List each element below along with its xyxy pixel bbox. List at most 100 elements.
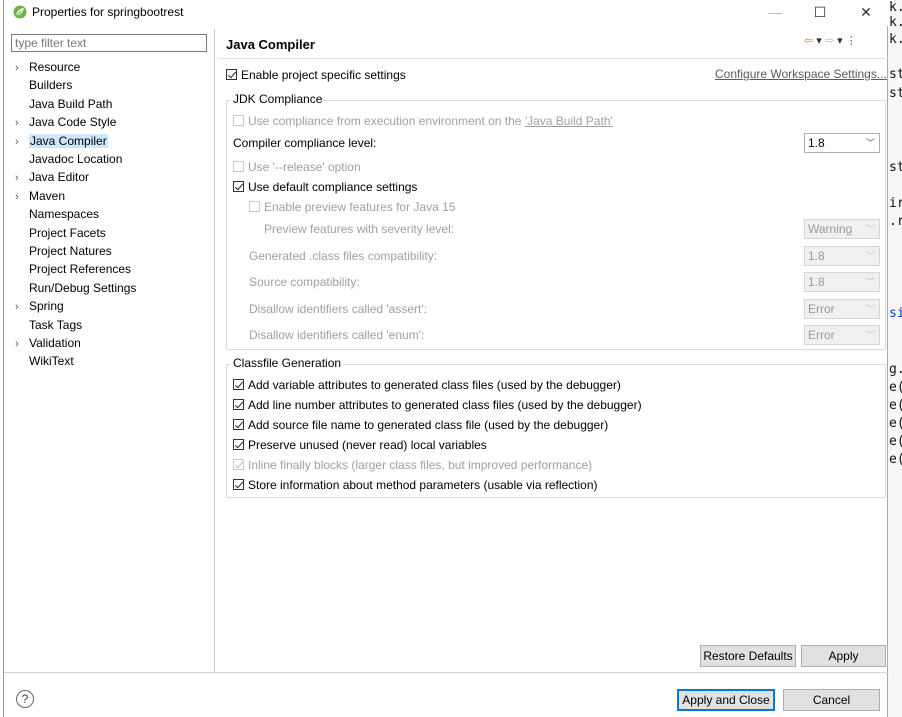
chevron-down-icon: ﹀ <box>865 330 875 340</box>
apply-and-close-button[interactable]: Apply and Close <box>677 689 775 711</box>
forward-arrow-icon[interactable]: ⇨ <box>825 35 834 47</box>
apply-button[interactable]: Apply <box>801 645 886 667</box>
chevron-right-icon[interactable]: › <box>15 59 29 77</box>
editor-line: e( <box>889 416 902 431</box>
variable-attributes-checkbox[interactable]: Add variable attributes to generated cla… <box>233 375 621 393</box>
tree-item[interactable]: › Java Code Style <box>15 113 116 131</box>
line-number-checkbox[interactable]: Add line number attributes to generated … <box>233 395 642 413</box>
chevron-right-icon[interactable]: › <box>15 114 29 132</box>
editor-line: ir <box>889 196 902 211</box>
preserve-unused-checkbox[interactable]: Preserve unused (never read) local varia… <box>233 435 487 453</box>
minimize-button[interactable]: — <box>752 0 798 26</box>
checkbox-box[interactable] <box>226 69 237 81</box>
source-compat-label: Source compatibility: <box>249 275 360 289</box>
source-file-name-checkbox[interactable]: Add source file name to generated class … <box>233 415 608 433</box>
editor-line: e( <box>889 398 902 413</box>
back-arrow-icon[interactable]: ⇦ <box>804 35 813 47</box>
editor-line: si <box>889 306 902 321</box>
tree-item[interactable]: › Java Compiler <box>15 132 108 150</box>
tree-item-label: Java Code Style <box>29 115 117 130</box>
checkbox-box[interactable] <box>233 399 244 411</box>
assert-label: Disallow identifiers called 'assert': <box>249 302 427 316</box>
tree-item[interactable]: › Java Editor <box>15 168 89 186</box>
preview-severity-label: Preview features with severity level: <box>264 222 455 236</box>
maximize-button[interactable]: ☐ <box>797 0 843 26</box>
tree-item-label: Java Editor <box>29 170 90 185</box>
tree-item[interactable]: WikiText <box>15 352 74 370</box>
chevron-right-icon[interactable]: › <box>15 169 29 187</box>
checkbox-box[interactable] <box>233 379 244 391</box>
checkbox-box <box>249 201 260 213</box>
tree-item[interactable]: Project Facets <box>15 224 106 242</box>
chevron-down-icon: ﹀ <box>865 138 875 148</box>
tree-item-label: Validation <box>29 336 81 350</box>
assert-select: Error ﹀ <box>804 299 880 319</box>
tree-item[interactable]: Namespaces <box>15 205 99 223</box>
editor-line: k. <box>889 32 902 47</box>
tree-item[interactable]: Builders <box>15 76 72 94</box>
editor-line: e( <box>889 380 902 395</box>
checkbox-box[interactable] <box>233 479 244 491</box>
chevron-right-icon[interactable]: › <box>15 188 29 206</box>
page-title: Java Compiler <box>226 37 315 52</box>
preview-severity-select: Warning ﹀ <box>804 219 880 239</box>
editor-line: k. <box>889 0 902 15</box>
properties-dialog: Properties for springbootrest — ☐ ✕ type… <box>3 0 889 717</box>
tree-item[interactable]: Java Build Path <box>15 95 112 113</box>
chevron-right-icon[interactable]: › <box>15 298 29 316</box>
tree-item[interactable]: Javadoc Location <box>15 150 122 168</box>
tree-item[interactable]: Project Natures <box>15 242 112 260</box>
tree-item[interactable]: › Maven <box>15 187 65 205</box>
enum-select: Error ﹀ <box>804 325 880 345</box>
window-title: Properties for springbootrest <box>32 5 184 19</box>
editor-line: g. <box>889 362 902 377</box>
checkbox-box <box>233 115 244 127</box>
header-separator <box>218 58 889 59</box>
tree-item-label: Java Build Path <box>29 96 113 111</box>
close-button[interactable]: ✕ <box>843 0 889 26</box>
nav-arrows: ⇦ ▾ ⇨ ▾ ⋮ <box>804 34 857 47</box>
tree-item[interactable]: Project References <box>15 260 131 278</box>
classfile-group-label: Classfile Generation <box>231 356 344 370</box>
use-compliance-checkbox: Use compliance from execution environmen… <box>233 111 613 129</box>
tree-item-label: Project References <box>29 262 132 277</box>
tree-item[interactable]: Run/Debug Settings <box>15 279 136 297</box>
enable-preview-checkbox: Enable preview features for Java 15 <box>249 197 455 215</box>
tree-item[interactable]: › Spring <box>15 297 64 315</box>
back-menu-icon[interactable]: ▾ <box>816 35 822 47</box>
chevron-right-icon[interactable]: › <box>15 133 29 151</box>
checkbox-box[interactable] <box>233 439 244 451</box>
view-menu-icon[interactable]: ⋮ <box>846 35 857 47</box>
tree-item-label: Javadoc Location <box>29 152 123 166</box>
chevron-down-icon: ﹀ <box>865 304 875 314</box>
forward-menu-icon[interactable]: ▾ <box>837 35 843 47</box>
chevron-down-icon: ﹀ <box>865 251 875 261</box>
tree-item-label: Project Natures <box>29 244 112 258</box>
compliance-level-select[interactable]: 1.8 ﹀ <box>804 133 880 153</box>
configure-workspace-link[interactable]: Configure Workspace Settings... <box>715 67 887 81</box>
jdk-compliance-label: JDK Compliance <box>231 92 325 106</box>
chevron-down-icon: ﹀ <box>865 277 875 287</box>
checkbox-box[interactable] <box>233 181 244 193</box>
spring-leaf-icon <box>13 5 27 19</box>
cancel-button[interactable]: Cancel <box>783 689 880 711</box>
tree-item-label: Java Compiler <box>29 133 108 148</box>
checkbox-box[interactable] <box>233 419 244 431</box>
tree-item[interactable]: › Resource <box>15 58 80 76</box>
tree-item[interactable]: Task Tags <box>15 316 82 334</box>
generated-compat-select: 1.8 ﹀ <box>804 246 880 266</box>
tree-item-label: Task Tags <box>29 317 83 332</box>
restore-defaults-button[interactable]: Restore Defaults <box>700 645 796 667</box>
checkbox-box <box>233 459 244 471</box>
enable-project-specific-checkbox[interactable]: Enable project specific settings <box>226 65 406 83</box>
chevron-right-icon[interactable]: › <box>15 335 29 353</box>
use-default-compliance-checkbox[interactable]: Use default compliance settings <box>233 177 417 195</box>
compliance-level-label: Compiler compliance level: <box>233 136 377 150</box>
help-icon[interactable]: ? <box>16 690 34 708</box>
tree-item[interactable]: › Validation <box>15 334 81 352</box>
java-build-path-link: 'Java Build Path' <box>524 113 613 128</box>
title-bar: Properties for springbootrest — ☐ ✕ <box>4 0 889 26</box>
tree-item-label: Resource <box>29 60 81 74</box>
filter-input[interactable]: type filter text <box>11 34 207 52</box>
store-method-params-checkbox[interactable]: Store information about method parameter… <box>233 475 598 493</box>
